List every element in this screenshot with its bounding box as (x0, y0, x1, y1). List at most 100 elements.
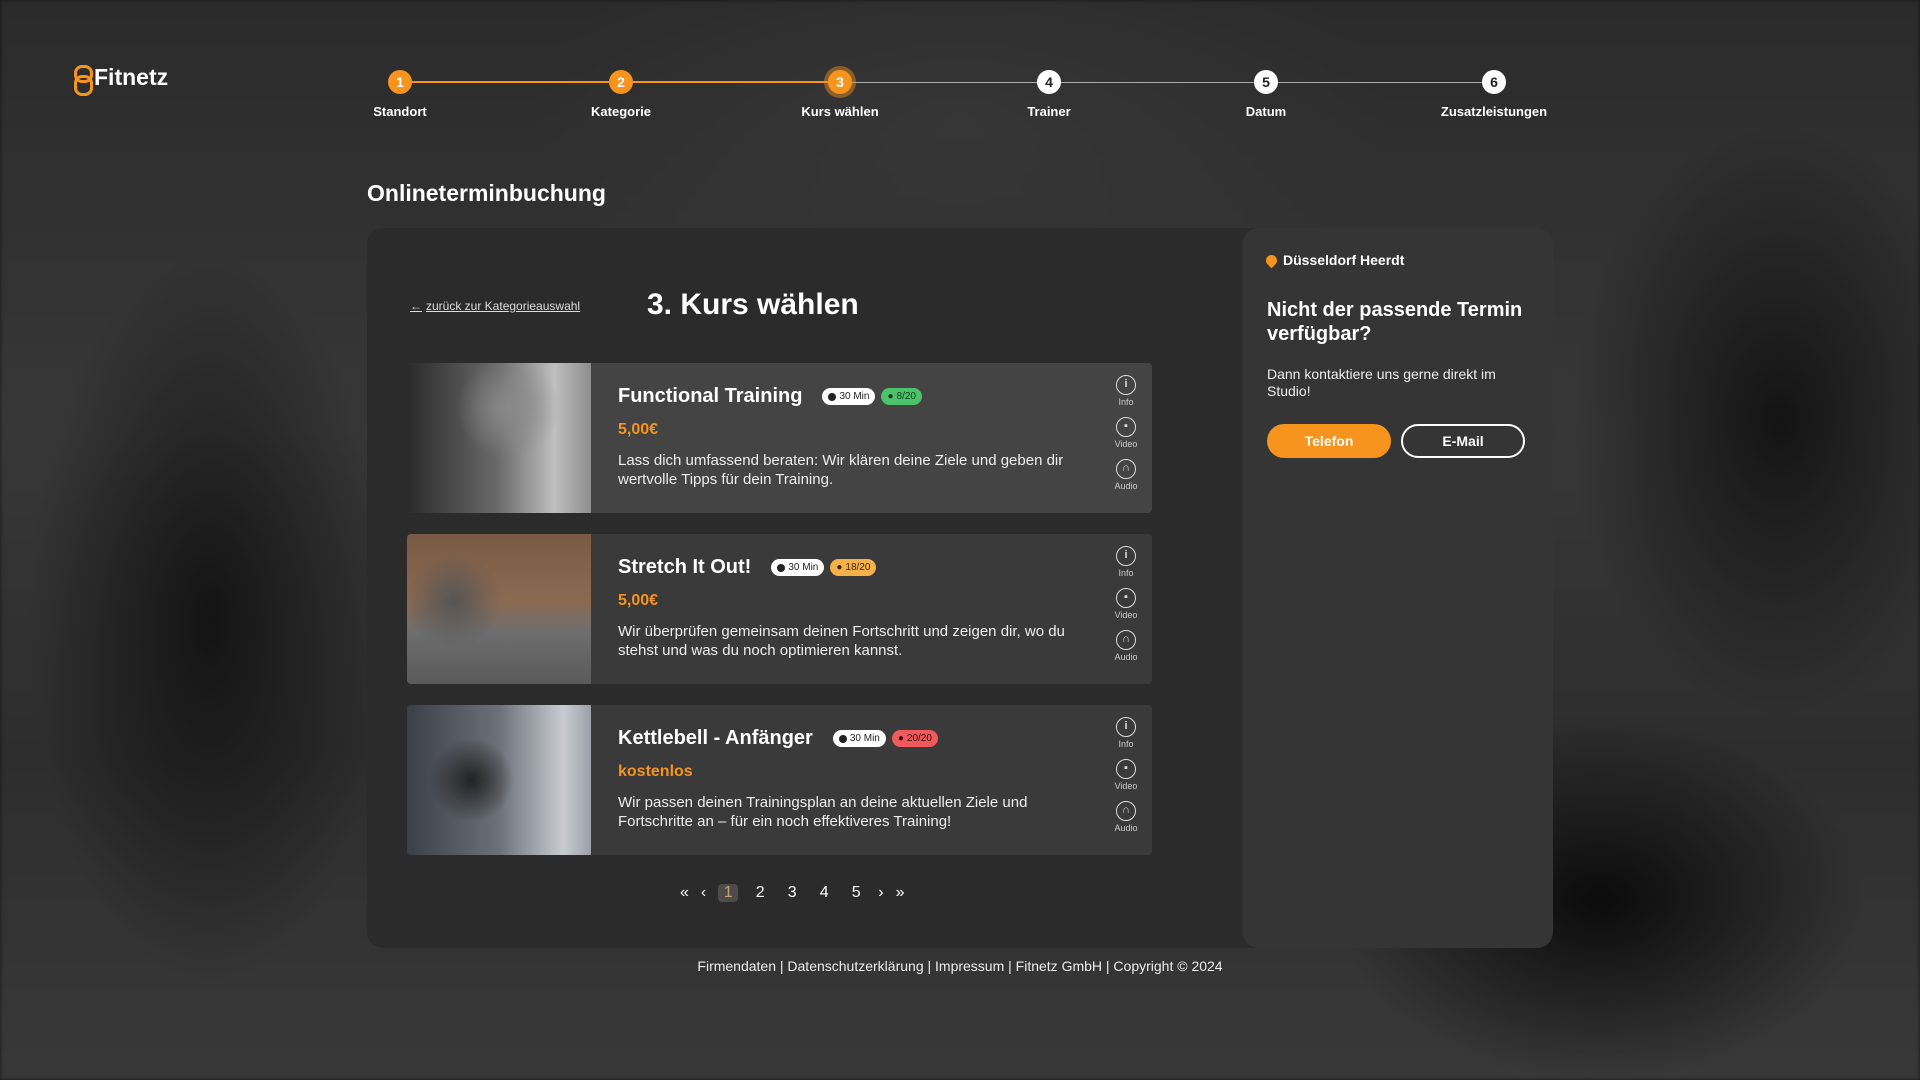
next-page-icon[interactable]: › (878, 884, 883, 902)
slots-badge: ● 18/20 (830, 559, 877, 576)
course-title-row: Kettlebell - Anfänger 30 Min ● 20/20 (618, 727, 938, 750)
stepper-remaining-line (828, 82, 1486, 83)
clock-icon (828, 392, 837, 401)
info-button[interactable]: i Info (1108, 717, 1144, 749)
slots-text: 18/20 (845, 562, 871, 573)
logo[interactable]: Fitnetz (73, 64, 169, 96)
footer-links[interactable]: Firmendaten | Datenschutzerklärung | Imp… (0, 958, 1920, 974)
action-label: Video (1114, 610, 1138, 620)
step-label: Kategorie (591, 104, 651, 119)
slots-badge: ● 20/20 (891, 730, 938, 747)
course-description: Wir überprüfen gemeinsam deinen Fortschr… (618, 623, 1065, 659)
course-title-row: Stretch It Out! 30 Min ● 18/20 (618, 556, 877, 579)
step-trainer[interactable]: 4 Trainer (979, 68, 1119, 119)
headphones-icon: ∩ (1116, 630, 1136, 650)
headphones-icon: ∩ (1116, 459, 1136, 479)
video-icon: ▪ (1116, 588, 1136, 608)
step-number: 4 (1037, 70, 1061, 94)
page-1[interactable]: 1 (718, 884, 739, 902)
step-label: Standort (373, 104, 427, 119)
video-button[interactable]: ▪ Video (1108, 417, 1144, 449)
course-price: 5,00€ (618, 592, 659, 609)
course-image (407, 705, 591, 855)
person-icon: ● (836, 562, 843, 573)
info-icon: i (1116, 375, 1136, 395)
step-datum[interactable]: 5 Datum (1196, 68, 1336, 119)
course-price: kostenlos (618, 763, 693, 780)
page-title: Onlineterminbuchung (367, 180, 606, 206)
slots-text: 8/20 (896, 391, 916, 402)
step-zusatzleistungen[interactable]: 6 Zusatzleistungen (1424, 68, 1564, 119)
location: Düsseldorf Heerdt (1263, 252, 1405, 268)
arrow-left-icon: ← (410, 299, 422, 313)
location-name: Düsseldorf Heerdt (1283, 252, 1405, 268)
pagination: « ‹ 1 2 3 4 5 › » (680, 884, 904, 902)
step-label: Zusatzleistungen (1440, 104, 1548, 119)
email-button[interactable]: E-Mail (1401, 424, 1525, 458)
duration-text: 30 Min (788, 562, 819, 573)
action-label: Info (1118, 568, 1134, 578)
step-kategorie[interactable]: 2 Kategorie (551, 68, 691, 119)
duration-text: 30 Min (849, 733, 880, 744)
audio-button[interactable]: ∩ Audio (1108, 459, 1144, 491)
page-2[interactable]: 2 (750, 884, 770, 902)
course-card[interactable]: Kettlebell - Anfänger 30 Min ● 20/20 kost… (407, 705, 1152, 855)
contact-heading: Nicht der passende Termin verfügbar? (1267, 299, 1523, 345)
action-label: Audio (1114, 823, 1138, 833)
duration-badge: 30 Min (832, 730, 886, 747)
person-icon: ● (897, 733, 904, 744)
info-icon: i (1116, 546, 1136, 566)
info-button[interactable]: i Info (1108, 375, 1144, 407)
location-pin-icon (1263, 252, 1280, 268)
info-icon: i (1116, 717, 1136, 737)
section-title: 3. Kurs wählen (647, 288, 859, 321)
course-card[interactable]: Stretch It Out! 30 Min ● 18/20 5,00€ Wir … (407, 534, 1152, 684)
last-page-icon[interactable]: » (896, 884, 905, 902)
video-icon: ▪ (1116, 759, 1136, 779)
logo-text: Fitnetz (94, 64, 169, 90)
video-button[interactable]: ▪ Video (1108, 759, 1144, 791)
booking-stepper: 1 Standort 2 Kategorie 3 Kurs wählen 4 T… (372, 68, 1552, 128)
slots-text: 20/20 (906, 733, 932, 744)
clock-icon (777, 563, 786, 572)
contact-text: Dann kontaktiere uns gerne direkt im Stu… (1267, 366, 1496, 399)
duration-badge: 30 Min (771, 559, 825, 576)
step-label: Datum (1245, 104, 1287, 119)
page-3[interactable]: 3 (782, 884, 802, 902)
first-page-icon[interactable]: « (680, 884, 689, 902)
slots-badge: ● 8/20 (881, 388, 922, 405)
logo-icon (73, 64, 93, 96)
action-label: Video (1114, 439, 1138, 449)
clock-icon (838, 734, 847, 743)
step-standort[interactable]: 1 Standort (330, 68, 470, 119)
course-title-row: Functional Training 30 Min ● 8/20 (618, 385, 922, 408)
page-5[interactable]: 5 (846, 884, 866, 902)
step-number: 1 (388, 70, 412, 94)
course-image (407, 534, 591, 684)
info-button[interactable]: i Info (1108, 546, 1144, 578)
audio-button[interactable]: ∩ Audio (1108, 801, 1144, 833)
duration-badge: 30 Min (822, 388, 876, 405)
action-label: Audio (1114, 481, 1138, 491)
action-label: Info (1118, 739, 1134, 749)
step-kurs-waehlen[interactable]: 3 Kurs wählen (770, 68, 910, 119)
back-link-label: zurück zur Kategorieauswahl (426, 299, 581, 313)
step-number: 3 (828, 70, 852, 94)
course-title: Kettlebell - Anfänger (618, 727, 813, 749)
person-icon: ● (887, 391, 894, 402)
course-description: Lass dich umfassend beraten: Wir klären … (618, 452, 1064, 488)
video-button[interactable]: ▪ Video (1108, 588, 1144, 620)
step-label: Kurs wählen (801, 104, 879, 119)
course-title: Stretch It Out! (618, 556, 752, 578)
step-number: 6 (1482, 70, 1506, 94)
audio-button[interactable]: ∩ Audio (1108, 630, 1144, 662)
course-title: Functional Training (618, 385, 803, 407)
prev-page-icon[interactable]: ‹ (701, 884, 706, 902)
phone-button[interactable]: Telefon (1267, 424, 1391, 458)
back-to-category-link[interactable]: ← zurück zur Kategorieauswahl (410, 299, 580, 313)
course-price: 5,00€ (618, 421, 659, 438)
page-4[interactable]: 4 (814, 884, 834, 902)
step-number: 2 (609, 70, 633, 94)
step-number: 5 (1254, 70, 1278, 94)
course-card[interactable]: Functional Training 30 Min ● 8/20 5,00€ L… (407, 363, 1152, 513)
